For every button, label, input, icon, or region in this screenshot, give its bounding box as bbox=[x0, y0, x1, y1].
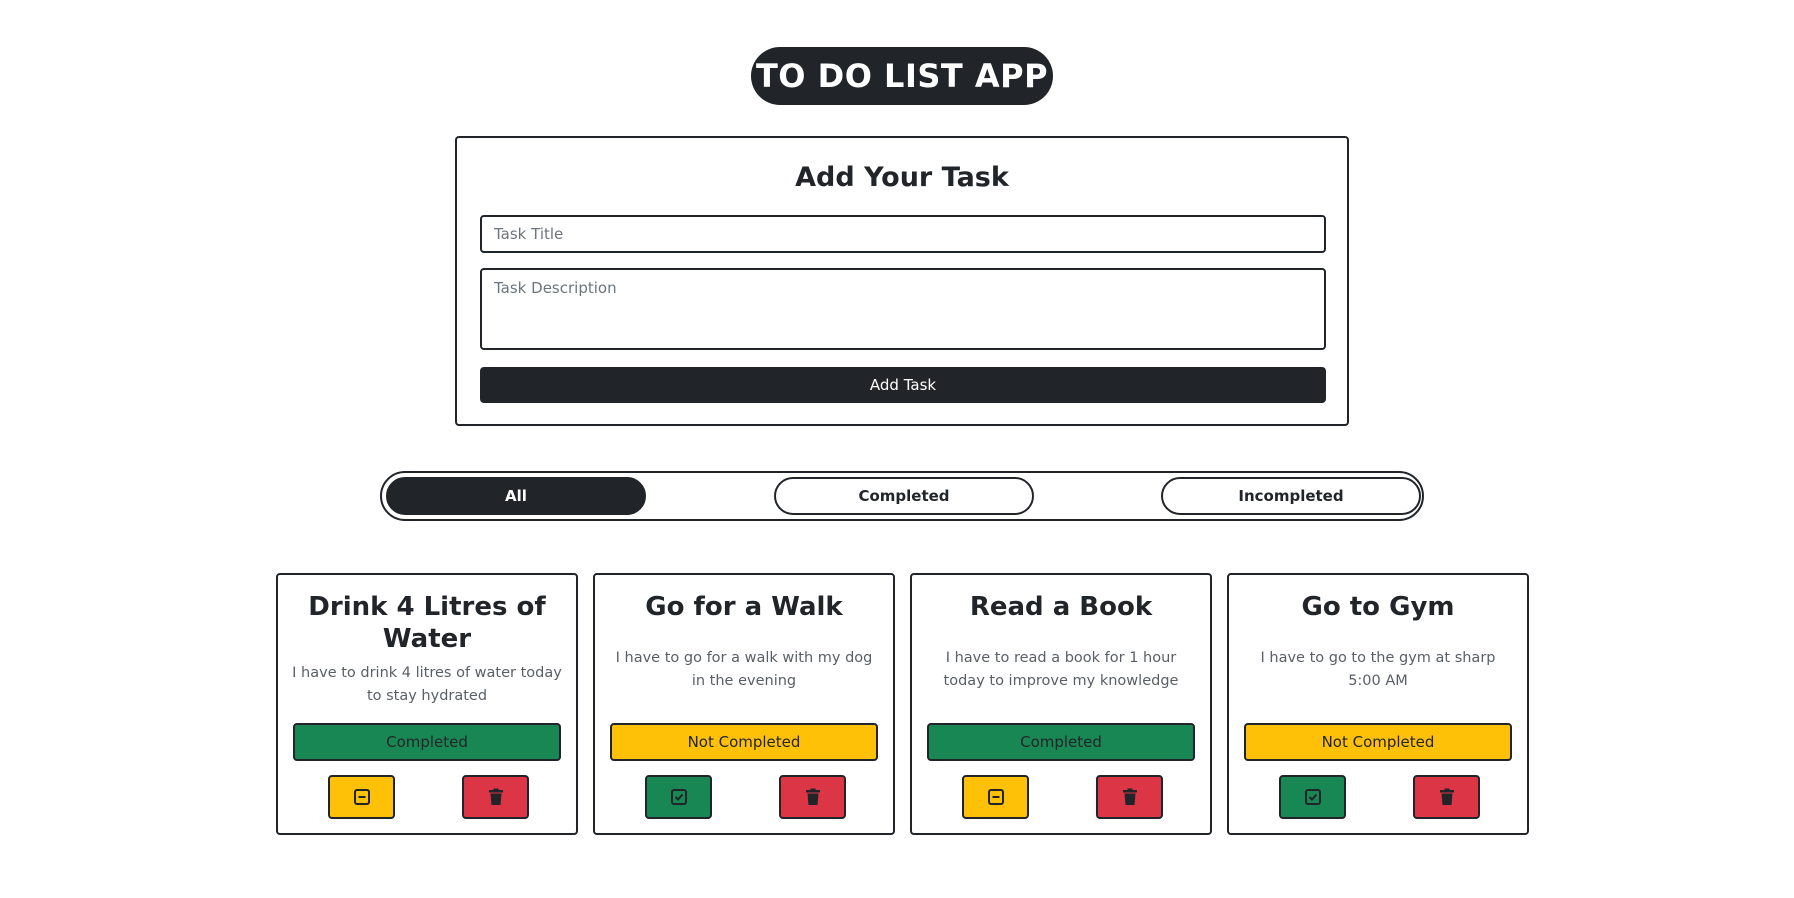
status-badge: Not Completed bbox=[1244, 723, 1512, 761]
delete-task-button[interactable] bbox=[779, 775, 846, 819]
task-card: Drink 4 Litres of Water I have to drink … bbox=[276, 573, 578, 835]
task-description: I have to go for a walk with my dog in t… bbox=[615, 650, 873, 689]
trash-icon bbox=[1122, 788, 1138, 806]
task-title: Go for a Walk bbox=[645, 592, 843, 622]
task-title: Drink 4 Litres of Water bbox=[308, 592, 546, 654]
trash-icon bbox=[488, 788, 504, 806]
minus-square-icon bbox=[987, 788, 1005, 806]
task-title: Read a Book bbox=[969, 592, 1153, 622]
task-card: Go for a Walk I have to go for a walk wi… bbox=[593, 573, 895, 835]
form-heading: Add Your Task bbox=[795, 162, 1009, 193]
check-square-icon bbox=[670, 788, 688, 806]
filter-incompleted-button[interactable]: Incompleted bbox=[1161, 477, 1421, 515]
check-square-icon bbox=[1304, 788, 1322, 806]
task-title-input[interactable] bbox=[480, 215, 1326, 253]
status-badge: Completed bbox=[927, 723, 1195, 761]
task-title: Go to Gym bbox=[1301, 592, 1455, 622]
mark-incomplete-button[interactable] bbox=[328, 775, 395, 819]
filter-completed-button[interactable]: Completed bbox=[774, 477, 1034, 515]
status-badge: Not Completed bbox=[610, 723, 878, 761]
mark-complete-button[interactable] bbox=[645, 775, 712, 819]
filter-bar: All Completed Incompleted bbox=[380, 471, 1424, 521]
delete-task-button[interactable] bbox=[462, 775, 529, 819]
minus-square-icon bbox=[353, 788, 371, 806]
task-description: I have to drink 4 litres of water today … bbox=[292, 665, 562, 704]
task-description: I have to read a book for 1 hour today t… bbox=[943, 650, 1179, 689]
add-task-button[interactable]: Add Task bbox=[480, 367, 1326, 403]
trash-icon bbox=[805, 788, 821, 806]
task-description-input[interactable] bbox=[480, 268, 1326, 350]
task-card: Read a Book I have to read a book for 1 … bbox=[910, 573, 1212, 835]
trash-icon bbox=[1439, 788, 1455, 806]
todo-app-page: TO DO LIST APP Add Your Task Add Task Al… bbox=[0, 0, 1794, 898]
app-title: TO DO LIST APP bbox=[751, 47, 1053, 105]
task-description: I have to go to the gym at sharp 5:00 AM bbox=[1260, 650, 1496, 689]
status-badge: Completed bbox=[293, 723, 561, 761]
delete-task-button[interactable] bbox=[1413, 775, 1480, 819]
task-card: Go to Gym I have to go to the gym at sha… bbox=[1227, 573, 1529, 835]
mark-complete-button[interactable] bbox=[1279, 775, 1346, 819]
delete-task-button[interactable] bbox=[1096, 775, 1163, 819]
filter-all-button[interactable]: All bbox=[386, 477, 646, 515]
mark-incomplete-button[interactable] bbox=[962, 775, 1029, 819]
add-task-form: Add Your Task Add Task bbox=[455, 136, 1349, 426]
